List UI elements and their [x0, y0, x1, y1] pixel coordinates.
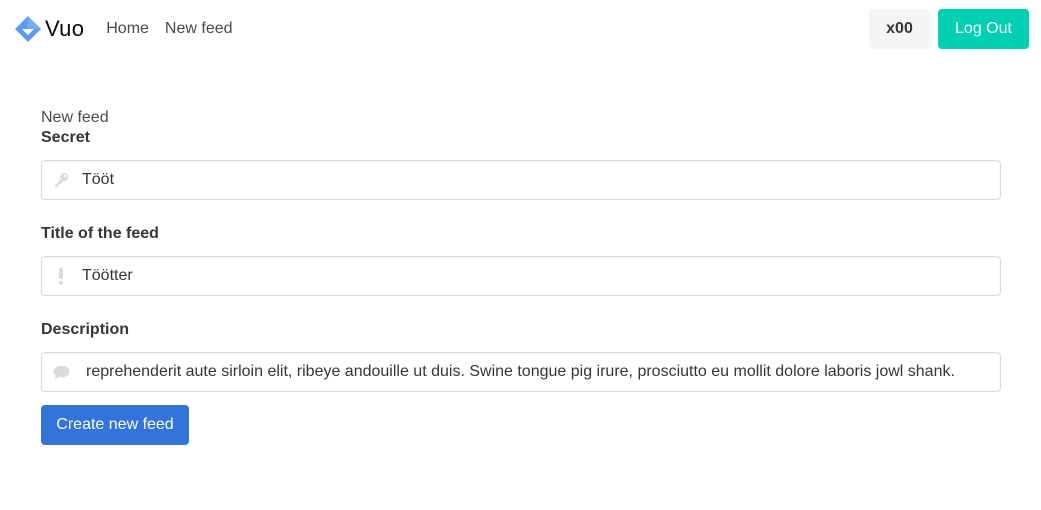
description-label: Description: [41, 321, 130, 338]
description-field: Description: [41, 320, 1001, 392]
brand-name: Vuo: [45, 16, 85, 41]
secret-label: Secret: [41, 129, 90, 146]
secret-field: Secret: [41, 128, 1001, 200]
feed-title-input[interactable]: [41, 256, 1001, 296]
description-control: [41, 352, 1001, 392]
page-title: New feed: [41, 109, 109, 126]
create-feed-button[interactable]: Create new feed: [41, 405, 189, 445]
description-input[interactable]: [41, 352, 1001, 392]
top-navbar: Vuo Home New feed x00 Log Out: [0, 0, 1041, 58]
nav-link-new-feed[interactable]: New feed: [157, 0, 241, 58]
title-field: Title of the feed: [41, 224, 1001, 296]
new-feed-form: New feed Secret Title of the feed: [41, 108, 1001, 445]
logout-button[interactable]: Log Out: [938, 9, 1029, 49]
vuo-logo-icon: [15, 16, 41, 42]
title-label: Title of the feed: [41, 225, 159, 242]
title-control: [41, 256, 1001, 296]
secret-input[interactable]: [41, 160, 1001, 200]
username-button[interactable]: x00: [869, 9, 930, 49]
nav-link-home[interactable]: Home: [98, 0, 157, 58]
brand-link[interactable]: Vuo: [14, 15, 84, 43]
secret-control: [41, 160, 1001, 200]
